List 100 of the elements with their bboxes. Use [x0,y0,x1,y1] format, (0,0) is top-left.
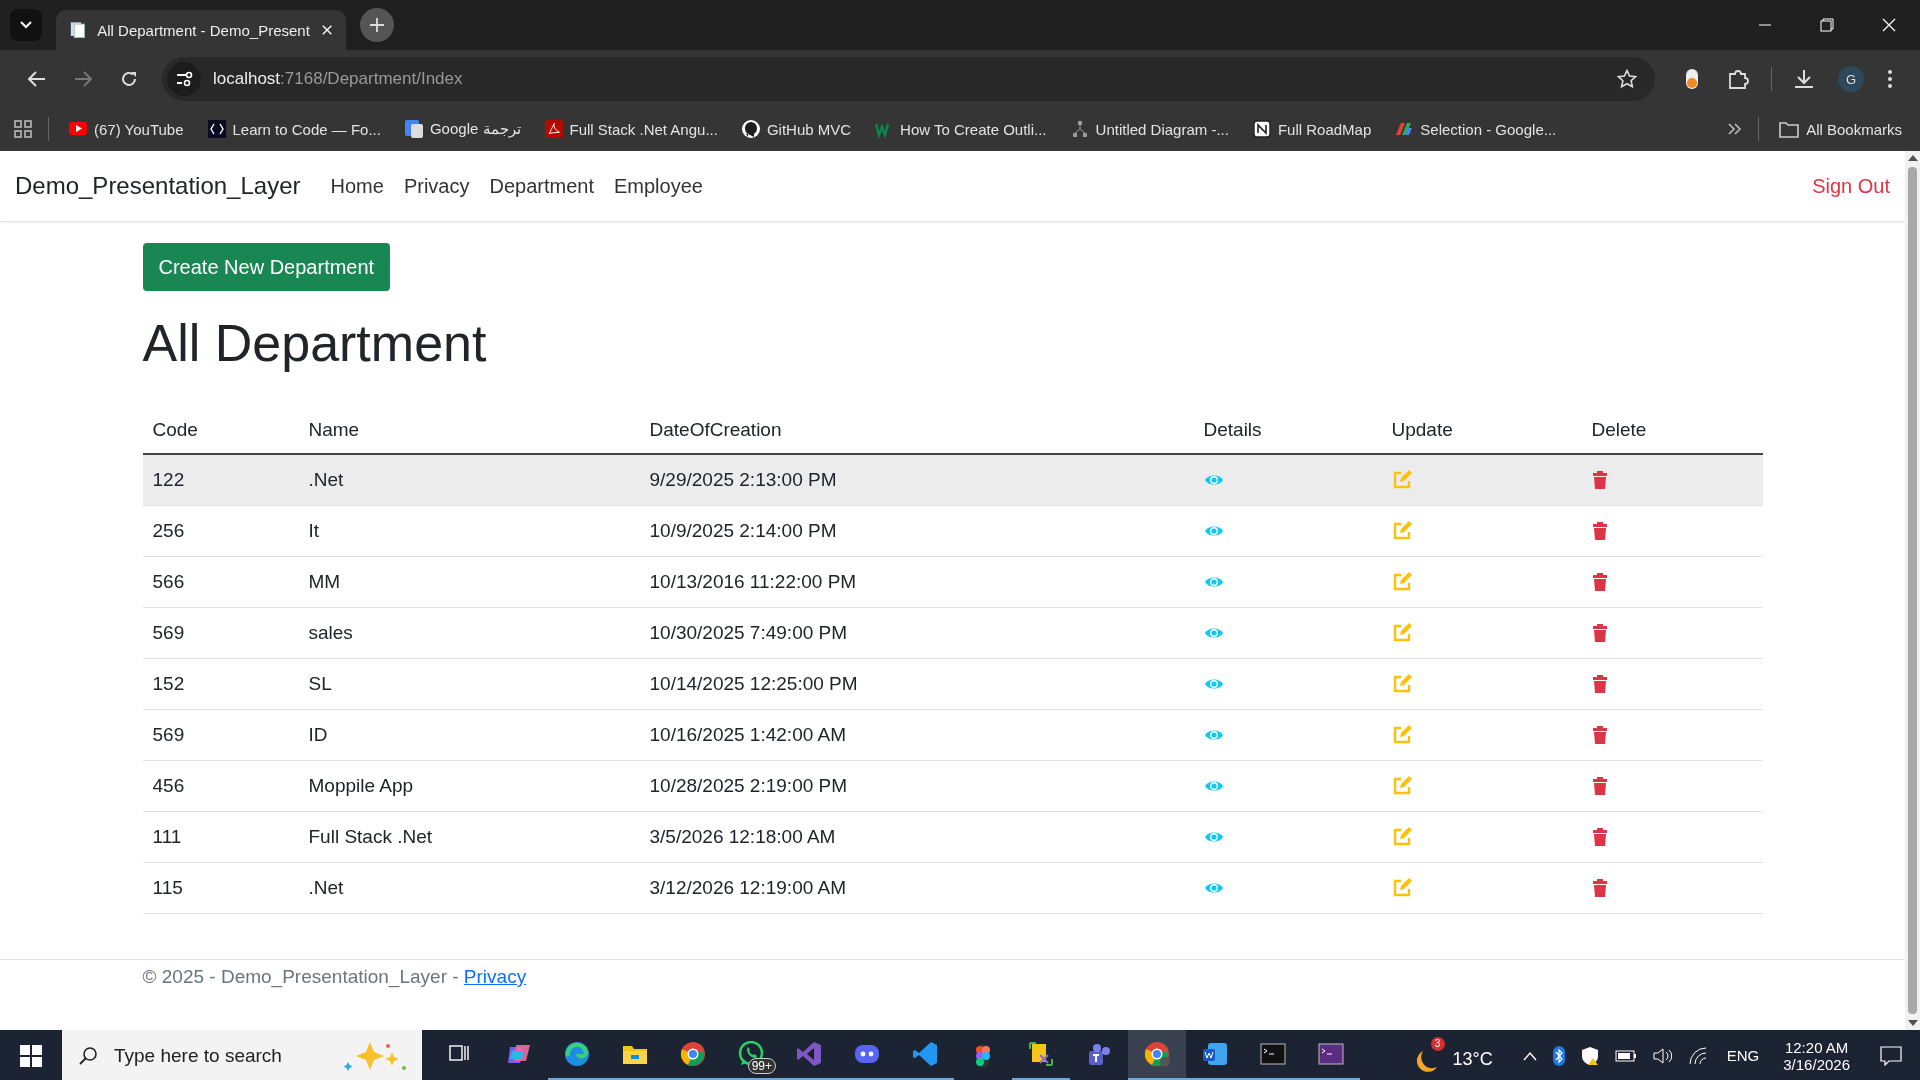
taskbar-search-field[interactable]: Type here to search [62,1030,422,1080]
table-cell: 10/28/2025 2:19:00 PM [639,760,1194,812]
stripes-logo-icon [1395,120,1414,138]
trash-icon[interactable] [1591,573,1608,591]
ribbon-icon [912,1041,938,1067]
chrome-logo-icon [680,1041,706,1067]
windows-start-icon[interactable] [20,1044,42,1067]
table-cell: 456 [142,760,299,812]
folder-icon [1779,120,1800,138]
back-icon[interactable] [28,71,46,87]
ribbon-v-icon [796,1041,822,1067]
menu-icon[interactable] [1888,70,1892,88]
privacy-link[interactable]: Privacy [463,966,527,987]
bookmark[interactable]: How To Create Outli... [871,118,1051,140]
time-text: 12:20 AM [1784,1038,1849,1056]
bookmark[interactable]: GitHub MVC [737,118,856,140]
battery-icon[interactable] [1614,1049,1637,1062]
scrollbar[interactable] [1905,151,1920,1030]
chevron-down-icon [19,20,33,30]
trash-icon[interactable] [1591,522,1608,540]
all-bookmarks-button[interactable]: All Bookmarks [1775,118,1906,140]
taskbar-app[interactable]: 99+ [722,1030,780,1080]
puzzle-icon[interactable] [1727,68,1749,90]
tab-title: All Department - Demo_Present [97,21,310,39]
table-cell: .Net [298,454,640,506]
bluetooth-icon[interactable] [1552,1045,1565,1066]
trash-icon[interactable] [1591,726,1608,744]
notification-icon[interactable] [1880,1045,1902,1066]
extension-toggle-icon[interactable] [1685,68,1699,90]
wifi-icon[interactable] [1688,1046,1709,1065]
table-cell: SL [298,658,640,710]
tab-search-button[interactable] [10,9,42,41]
table-cell: 10/9/2025 2:14:00 PM [639,505,1194,557]
table-cell: 10/30/2025 7:49:00 PM [639,607,1194,659]
trash-icon[interactable] [1591,624,1608,642]
footer-text: © 2025 - Demo_Presentation_Layer - Privacy [142,966,527,988]
bookmark[interactable]: Untitled Diagram -... [1066,118,1233,140]
search-icon [78,1045,98,1066]
taskbar-app[interactable] [1128,1030,1186,1080]
profile-avatar[interactable]: G [1838,66,1864,92]
close-icon[interactable] [321,24,332,36]
table-cell: 122 [142,454,299,506]
close-icon[interactable] [1882,18,1896,32]
terminal-icon [1318,1041,1344,1067]
bookmark[interactable]: Full RoadMap [1248,118,1376,140]
notification-badge: 3 [1430,1036,1445,1051]
bookmark[interactable]: Full Stack .Net Angu... [540,118,722,140]
trash-icon[interactable] [1591,828,1608,846]
page-heading: All Department [142,313,488,373]
chevron-double-icon[interactable] [1728,123,1743,135]
table-cell: ID [298,709,640,761]
table-cell: It [298,505,640,557]
table-cell: 3/12/2026 12:19:00 AM [639,862,1194,914]
download-icon[interactable] [1794,69,1814,89]
diagram-icon [1070,120,1089,138]
star-icon[interactable] [1617,69,1637,89]
nav-link[interactable]: Privacy [403,174,470,198]
forward-icon[interactable] [74,71,92,87]
new-tab-button[interactable] [360,8,394,42]
language-indicator[interactable]: ENG [1726,1047,1760,1064]
nav-link[interactable]: Employee [613,174,703,198]
trash-icon[interactable] [1591,675,1608,693]
create-department-button[interactable]: Create New Department [142,243,391,291]
apps-grid-icon[interactable] [14,120,32,138]
play-icon [69,120,87,138]
table-cell: 566 [142,556,299,608]
trash-icon[interactable] [1591,471,1608,489]
reload-icon[interactable] [120,70,138,88]
site-settings-icon[interactable] [167,62,201,96]
trash-icon[interactable] [1591,777,1608,795]
nav-link[interactable]: Department [489,174,594,198]
bookmark[interactable]: Learn to Code — Fo... [203,118,385,140]
code-brackets-icon [207,120,226,138]
temperature-text: 13°C [1452,1049,1493,1070]
browser-tab[interactable]: All Department - Demo_Present [56,10,346,50]
bookmark[interactable]: (67) YouTube [65,118,188,140]
table-cell: 10/13/2016 11:22:00 PM [639,556,1194,608]
table-cell: 115 [142,862,299,914]
bookmark[interactable]: Google ترجمة [400,118,525,140]
table-cell: Moppile App [298,760,640,812]
chevron-up-icon[interactable] [1522,1050,1537,1061]
clock[interactable]: 12:20 AM 3/16/2026 [1783,1038,1850,1073]
speaker-icon[interactable] [1652,1046,1673,1065]
swirl-logo-icon [564,1041,590,1067]
brand-link[interactable]: Demo_Presentation_Layer [15,172,301,200]
bookmark[interactable]: Selection - Google... [1391,118,1561,140]
date-text: 3/16/2026 [1783,1055,1850,1073]
restore-icon[interactable] [1820,18,1834,32]
nav-link[interactable]: Home [330,174,384,198]
table-cell: 9/29/2025 2:13:00 PM [639,454,1194,506]
sign-out-link[interactable]: Sign Out [1812,174,1890,198]
weather-widget[interactable]: 3 13°C [1416,1034,1493,1077]
table-cell: 152 [142,658,299,710]
trash-icon[interactable] [1591,879,1608,897]
chrome-logo-icon [1144,1041,1170,1067]
table-cell: MM [298,556,640,608]
table-cell: .Net [298,862,640,914]
shield-icon[interactable] [1580,1045,1599,1066]
table-cell: sales [298,607,640,659]
address-bar[interactable]: localhost:7168/Department/Index [162,57,1655,101]
